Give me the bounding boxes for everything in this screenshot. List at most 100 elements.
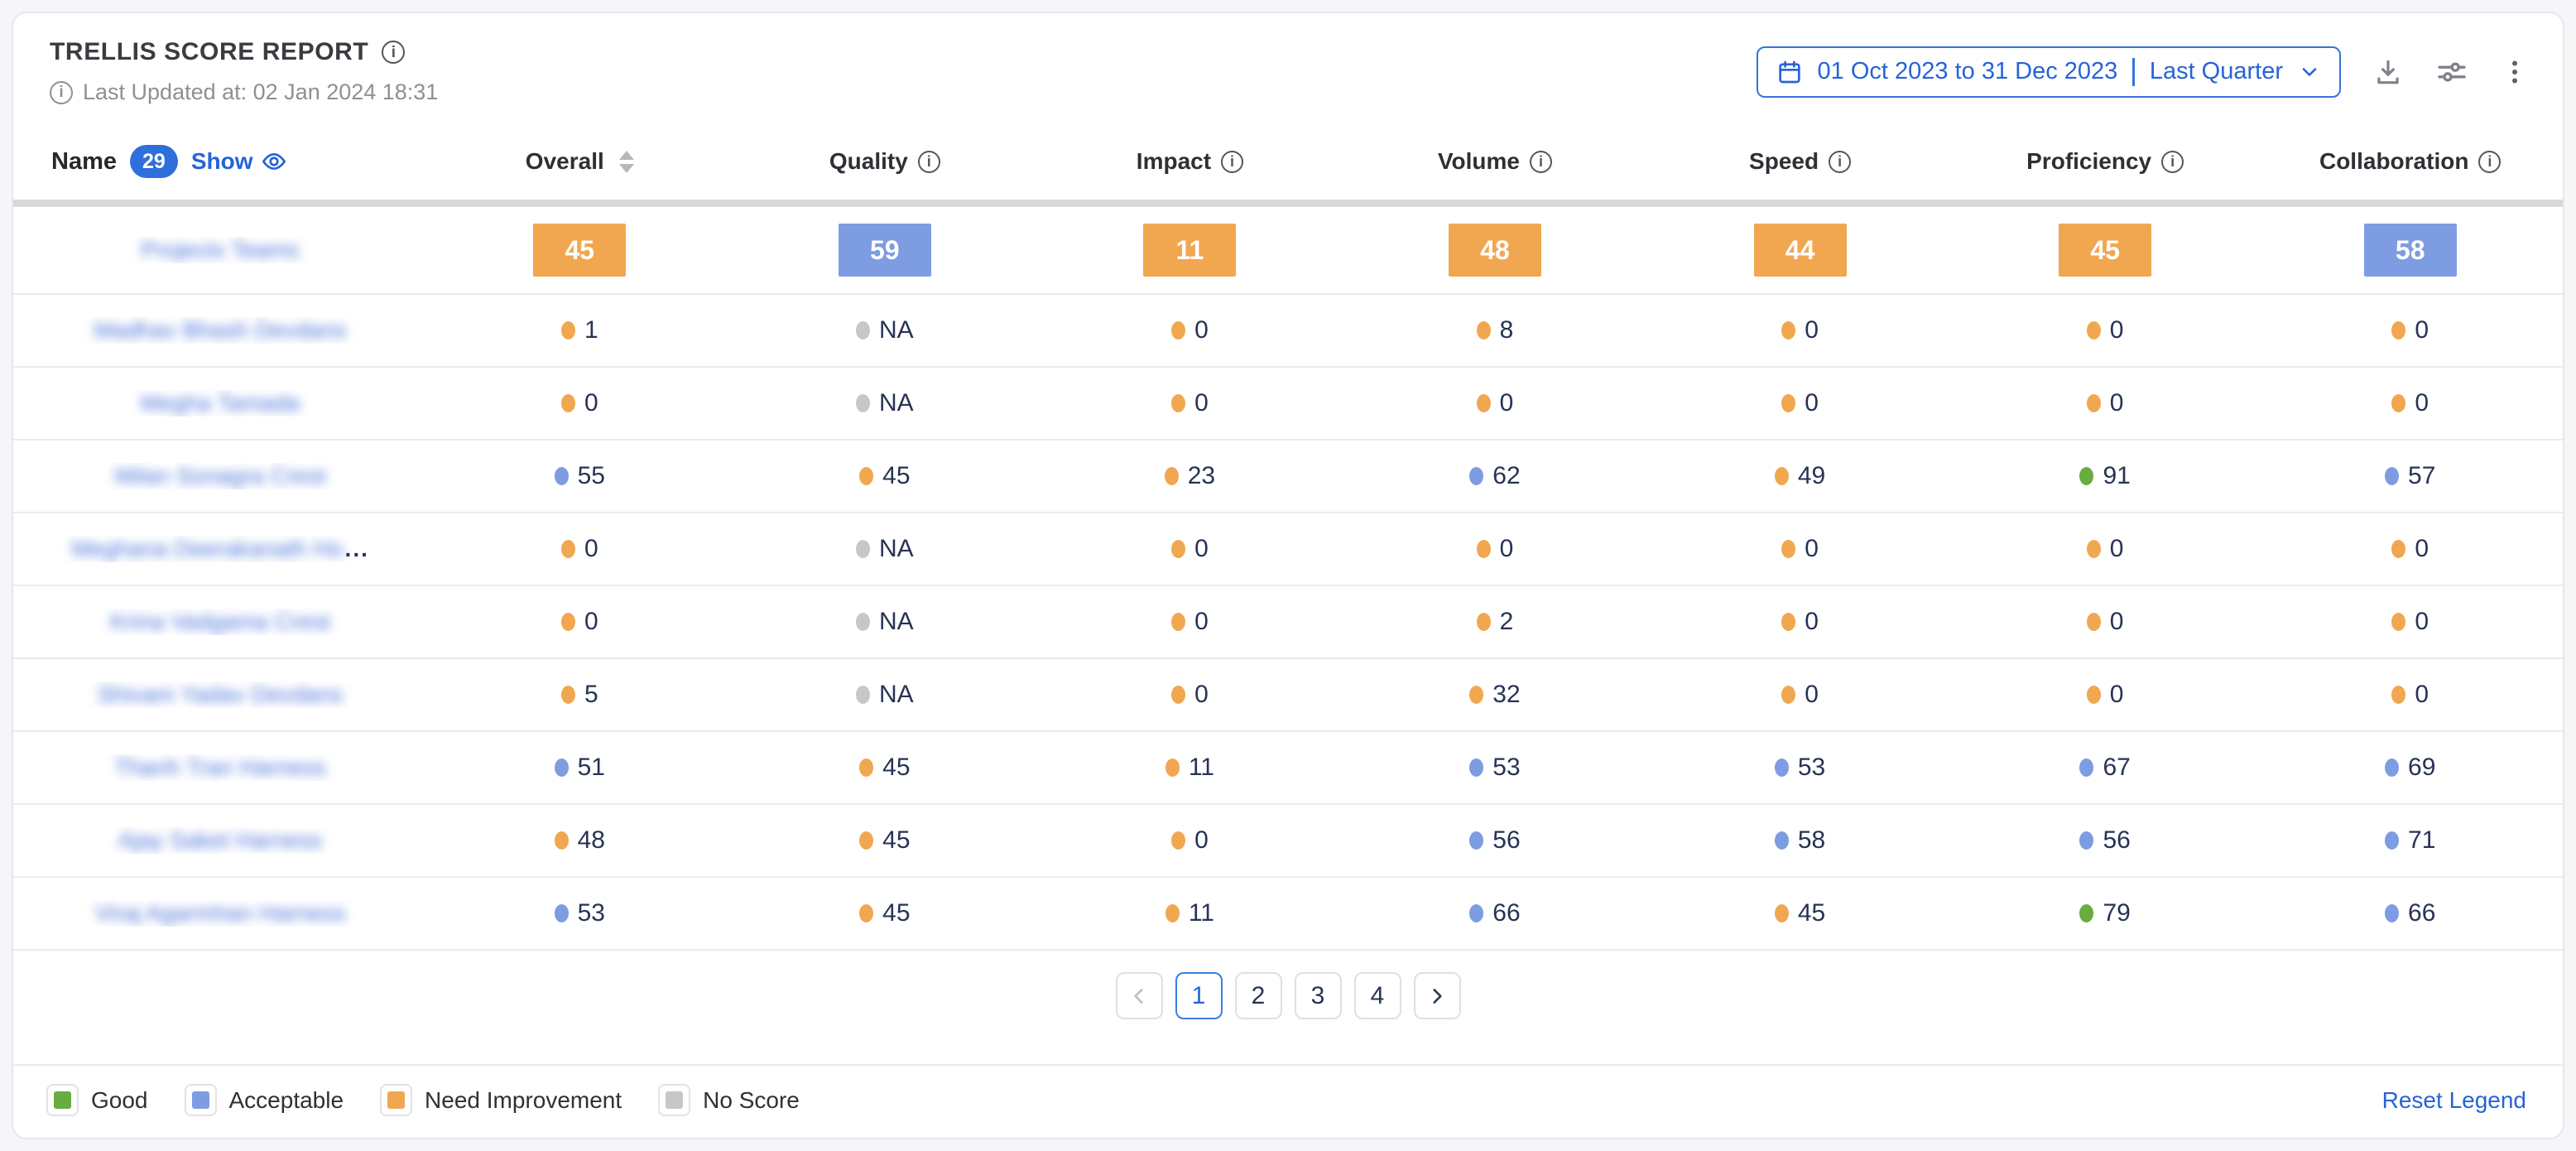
- member-name-link[interactable]: Megha Tamada: [141, 390, 300, 417]
- collaboration-info-icon[interactable]: [2478, 151, 2501, 173]
- score-value: 0: [2110, 681, 2124, 709]
- score-cell: 0: [1037, 826, 1343, 855]
- legend-item-no-score[interactable]: No Score: [658, 1084, 800, 1116]
- status-dot: [856, 613, 870, 631]
- score-value: 0: [2110, 316, 2124, 344]
- member-name-link[interactable]: Shivam Yadav Devdans: [98, 681, 343, 708]
- score-cell: NA: [733, 535, 1038, 563]
- pagination-prev-button[interactable]: [1116, 972, 1163, 1019]
- score-value: 0: [1805, 681, 1819, 709]
- filter-settings-button[interactable]: [2435, 55, 2468, 89]
- pagination-page-1[interactable]: 1: [1175, 972, 1223, 1019]
- column-label: Overall: [526, 148, 604, 175]
- title-info-icon[interactable]: [382, 41, 405, 64]
- legend-swatch-chip: [46, 1084, 79, 1116]
- name-cell: Megha Tamada: [13, 390, 427, 417]
- need-improvement-swatch: [387, 1091, 405, 1109]
- score-value: NA: [879, 608, 914, 636]
- score-cell: NA: [733, 389, 1038, 417]
- score-value: 0: [1194, 389, 1209, 417]
- name-cell: Ajay Saket Harness: [13, 827, 427, 854]
- status-dot: [1165, 904, 1180, 922]
- pagination-page-2[interactable]: 2: [1235, 972, 1282, 1019]
- pagination-page-4[interactable]: 4: [1354, 972, 1401, 1019]
- score-cell: 2: [1343, 608, 1648, 636]
- table-row: Thanh Tran Harness 51 45 11 53 53 67 69: [13, 732, 2563, 805]
- score-cell: 44: [1647, 224, 1953, 277]
- no-score-swatch: [666, 1091, 683, 1109]
- status-dot: [1171, 686, 1185, 704]
- date-range-picker[interactable]: 01 Oct 2023 to 31 Dec 2023 Last Quarter: [1757, 46, 2341, 98]
- sort-icon[interactable]: [619, 151, 634, 173]
- status-dot: [2391, 613, 2405, 631]
- score-value: 11: [1189, 899, 1214, 927]
- score-value: 53: [1798, 754, 1825, 782]
- score-value: 32: [1492, 681, 1520, 709]
- member-name-link[interactable]: Viraj Agarmhan Harness: [95, 900, 346, 927]
- table-row: Meghana Deerakanath Ho... 0 NA 0 0 0 0 0: [13, 513, 2563, 586]
- status-dot: [2385, 759, 2399, 777]
- status-dot: [2087, 394, 2101, 412]
- pagination-next-button[interactable]: [1414, 972, 1461, 1019]
- show-names-toggle[interactable]: Show: [191, 148, 288, 175]
- score-cell: 11: [1037, 899, 1343, 927]
- more-options-button[interactable]: [2500, 57, 2530, 87]
- legend-label: Need Improvement: [425, 1087, 622, 1114]
- speed-info-icon[interactable]: [1829, 151, 1851, 173]
- score-cell: 0: [1037, 608, 1343, 636]
- team-name-link[interactable]: Projects Teams: [142, 237, 300, 263]
- score-cell: 23: [1037, 462, 1343, 490]
- score-cell: NA: [733, 316, 1038, 344]
- score-cell: 0: [1343, 535, 1648, 563]
- name-cell: Shivam Yadav Devdans: [13, 681, 427, 708]
- eye-icon: [261, 148, 287, 175]
- legend-item-acceptable[interactable]: Acceptable: [185, 1084, 344, 1116]
- status-dot: [2385, 467, 2399, 485]
- score-cell: 45: [427, 224, 733, 277]
- score-cell: 0: [1647, 316, 1953, 344]
- member-name-link[interactable]: Krina Vadgama Crest: [110, 609, 330, 635]
- member-name-link[interactable]: Thanh Tran Harness: [114, 754, 325, 781]
- status-dot: [555, 904, 569, 922]
- download-button[interactable]: [2372, 56, 2404, 88]
- score-value: 58: [1798, 826, 1825, 855]
- score-cell: 49: [1647, 462, 1953, 490]
- member-name-link[interactable]: Madhav Bhash Devdans: [94, 317, 346, 344]
- volume-info-icon[interactable]: [1530, 151, 1552, 173]
- quality-info-icon[interactable]: [918, 151, 940, 173]
- date-range-text: 01 Oct 2023 to 31 Dec 2023: [1818, 58, 2118, 85]
- status-dot: [1469, 467, 1483, 485]
- status-dot: [859, 904, 873, 922]
- proficiency-info-icon[interactable]: [2161, 151, 2184, 173]
- status-dot: [1165, 759, 1180, 777]
- score-cell: 69: [2257, 754, 2563, 782]
- member-name-link[interactable]: Milan Sonagra Crest: [114, 463, 325, 489]
- status-dot: [2087, 686, 2101, 704]
- member-name-link[interactable]: Meghana Deerakanath Ho: [71, 536, 343, 562]
- score-badge: 11: [1143, 224, 1236, 277]
- legend-item-good[interactable]: Good: [46, 1084, 148, 1116]
- score-value: 0: [1805, 316, 1819, 344]
- legend-swatch-chip: [658, 1084, 690, 1116]
- impact-info-icon[interactable]: [1221, 151, 1243, 173]
- score-cell: 48: [427, 826, 733, 855]
- score-cell: 58: [1647, 826, 1953, 855]
- reset-legend-link[interactable]: Reset Legend: [2382, 1087, 2526, 1114]
- score-value: 0: [1805, 389, 1819, 417]
- score-value: 51: [578, 754, 605, 782]
- status-dot: [555, 831, 569, 850]
- member-name-link[interactable]: Ajay Saket Harness: [118, 827, 322, 854]
- status-dot: [2079, 904, 2093, 922]
- column-header-overall[interactable]: Overall: [427, 148, 733, 175]
- last-updated-info-icon: [50, 81, 73, 104]
- score-badge: 45: [2059, 224, 2151, 277]
- pagination-page-3[interactable]: 3: [1295, 972, 1342, 1019]
- sliders-icon: [2435, 55, 2468, 89]
- legend-swatch-chip: [380, 1084, 412, 1116]
- title-block: TRELLIS SCORE REPORT Last Updated at: 02…: [50, 38, 438, 105]
- team-name-cell: Projects Teams: [13, 237, 427, 263]
- score-value: 0: [2415, 681, 2429, 709]
- column-label: Speed: [1749, 148, 1819, 175]
- legend-item-need-improvement[interactable]: Need Improvement: [380, 1084, 622, 1116]
- table-row: Ajay Saket Harness 48 45 0 56 58 56 71: [13, 805, 2563, 878]
